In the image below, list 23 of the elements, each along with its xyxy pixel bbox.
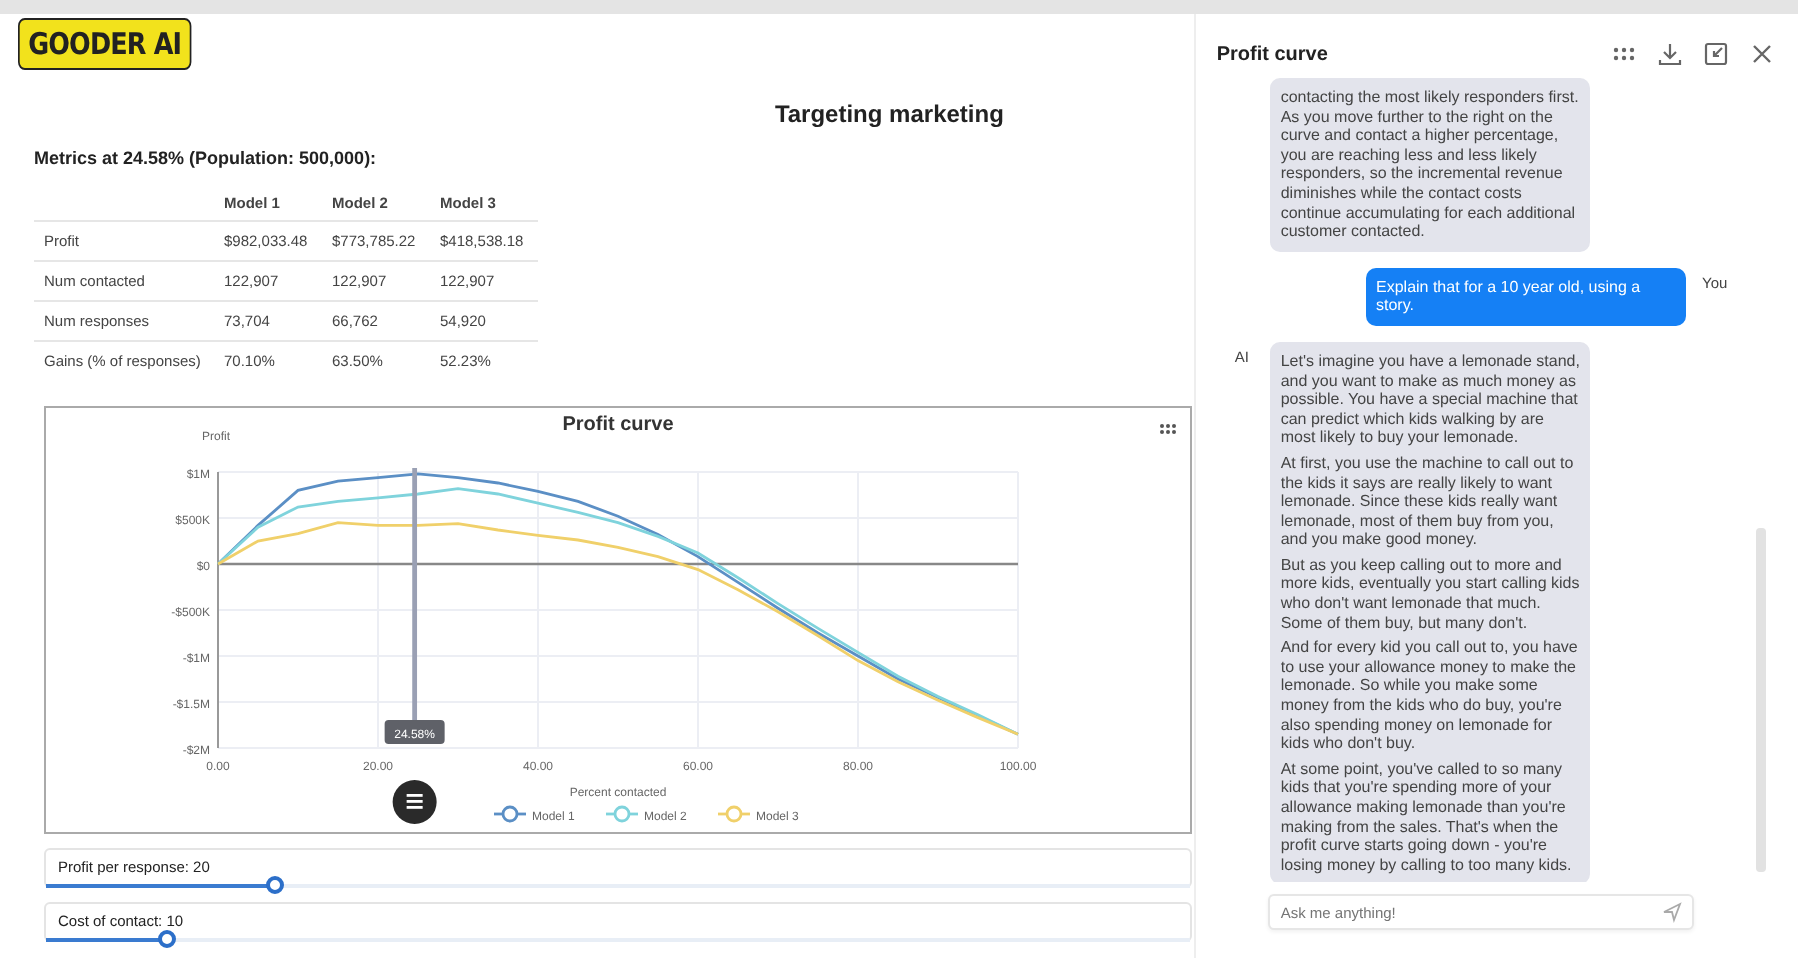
menu-button[interactable] — [392, 780, 437, 824]
slider-thumb[interactable] — [158, 930, 177, 948]
grid-menu-icon[interactable] — [1160, 424, 1176, 434]
ai-message: contacting the most likely responders first. As you move further to the right on the curve and contact a higher percentage, you are reaching less and less likely responders, so the incremental revenue diminishes while the contact costs continue accumulating for each additional customer contacted. — [1270, 78, 1591, 252]
chat-title: Profit curve — [1216, 43, 1328, 65]
legend-marker[interactable] — [606, 805, 638, 823]
download-icon[interactable] — [1658, 42, 1682, 66]
legend-marker[interactable] — [494, 805, 526, 823]
slider[interactable] — [46, 876, 1190, 894]
chart-title: Profit curve — [562, 414, 674, 436]
ai-message: Let's imagine you have a lemonade stand, and you want to make as much money as possible. You have a special machine that can predict which kids walking by are most likely to buy your lemonade. At first, you use the machine to call out to the kids it says are really likely to want lemonade. Since these kids really want lemonade, most of them buy from you, and you make good money. But as you keep calling out to more and more kids, eventually you start calling kids who don't want lemonade that much. Some of them buy, but many don't. And for every kid you call out to, you have to use your allowance money to make the lemonade. So while you make some money from the kids who do buy, you're also spending money on lemonade for kids who don't buy. At some point, you've called to so many kids that you're spending more of your allowance making lemonade than you're making from the sales. That's when the profit curve starts going down - you're losing money by calling to too many kids. — [1270, 341, 1591, 882]
grid-menu-icon[interactable] — [1612, 42, 1636, 66]
cursor-tooltip — [384, 720, 445, 744]
slider-thumb[interactable] — [266, 876, 285, 894]
slider[interactable] — [46, 930, 1190, 948]
page-title: Targeting marketing — [772, 100, 1006, 128]
scrollbar[interactable] — [1756, 528, 1766, 872]
legend-marker[interactable] — [718, 805, 750, 823]
close-icon[interactable] — [1750, 42, 1774, 66]
metrics-heading: Metrics at 24.58% (Population: 500,000): — [34, 148, 379, 168]
user-message: Explain that for a 10 year old, using a story. — [1366, 267, 1686, 326]
logo: GOODER AI — [18, 18, 192, 70]
minimize-icon[interactable] — [1704, 42, 1728, 66]
